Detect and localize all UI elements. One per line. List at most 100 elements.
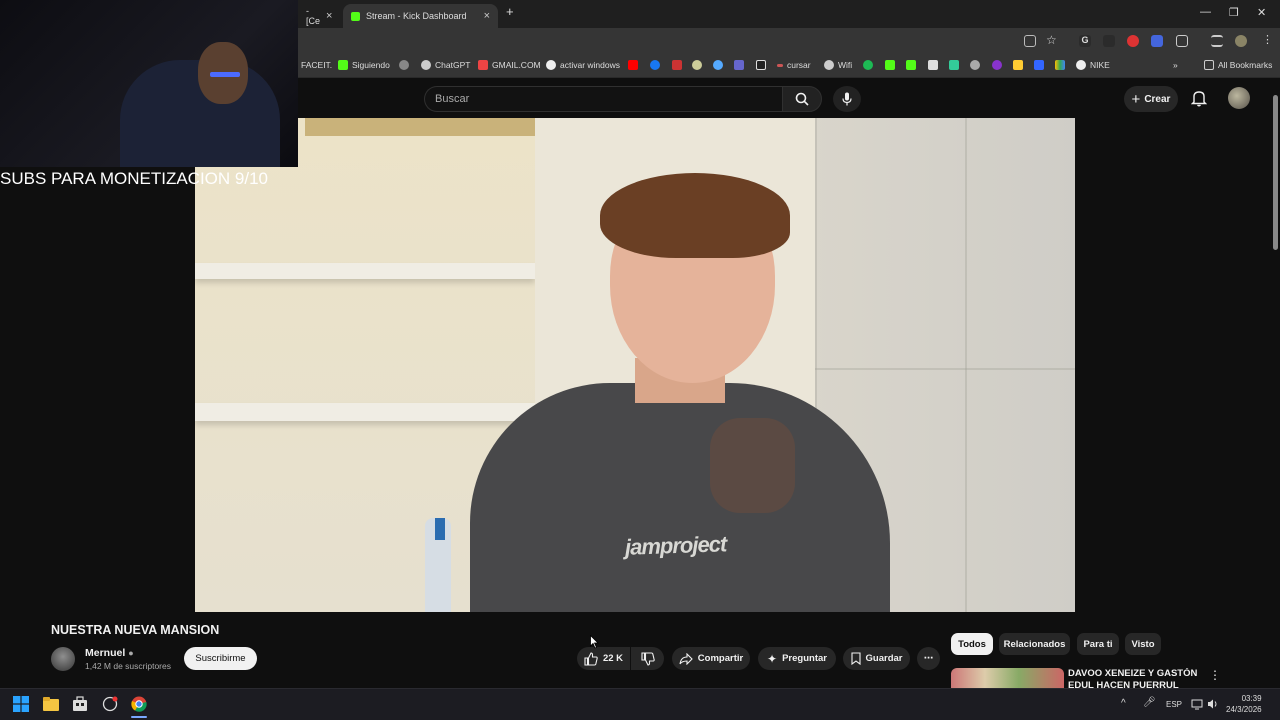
account-avatar[interactable]: [1228, 87, 1250, 109]
extension-blue-icon[interactable]: [1151, 35, 1163, 47]
bookmark-activar-windows[interactable]: activar windows: [546, 60, 620, 70]
close-window-icon[interactable]: ✕: [1257, 6, 1266, 19]
share-button[interactable]: Compartir: [672, 647, 750, 670]
extension-icon[interactable]: [1103, 35, 1115, 47]
facebook-icon: [650, 60, 660, 70]
tab-kick-dashboard[interactable]: Stream - Kick Dashboard ×: [343, 4, 498, 28]
network-icon[interactable]: [1191, 698, 1203, 710]
bookmark-extra[interactable]: [399, 60, 409, 70]
bookmark-chatgpt[interactable]: ChatGPT: [421, 60, 470, 70]
app-icon[interactable]: [102, 696, 118, 712]
bookmark-site-10[interactable]: [1034, 60, 1044, 70]
minimize-icon[interactable]: —: [1200, 6, 1211, 18]
recommendation-thumbnail[interactable]: [951, 668, 1064, 688]
bookmark-site-4[interactable]: [734, 60, 744, 70]
extension-red-icon[interactable]: [1127, 35, 1139, 47]
bookmark-site-3[interactable]: [713, 60, 723, 70]
bookmark-site-9[interactable]: [1013, 60, 1023, 70]
puzzle-icon[interactable]: [1176, 35, 1188, 47]
recommendation-title[interactable]: DAVOO XENEIZE Y GASTÓN EDUL HACEN PUERRU…: [1068, 668, 1203, 688]
video-shelf: [195, 263, 535, 279]
bookmark-site-6[interactable]: [949, 60, 959, 70]
file-explorer-icon[interactable]: [43, 696, 59, 712]
bookmark-siguiendo[interactable]: Siguiendo: [338, 60, 390, 70]
volume-icon[interactable]: [1207, 698, 1219, 710]
close-icon[interactable]: ×: [484, 10, 490, 22]
video-player[interactable]: jamproject: [195, 118, 1075, 612]
bookmark-faceit[interactable]: FACEIT.: [301, 60, 332, 70]
tab-label: - [Ce: [306, 6, 321, 26]
spotify-icon: [863, 60, 873, 70]
profile-icon[interactable]: [1235, 35, 1247, 47]
search-input[interactable]: Buscar: [424, 86, 782, 112]
chip-todos[interactable]: Todos: [951, 633, 993, 655]
clock-date: 24/3/2026: [1226, 705, 1262, 714]
star-icon[interactable]: ☆: [1046, 33, 1057, 47]
bookmark-site-2[interactable]: [692, 60, 702, 70]
chip-relacionados[interactable]: Relacionados: [999, 633, 1070, 655]
bookmark-spotify[interactable]: [863, 60, 873, 70]
kick-icon: [906, 60, 916, 70]
language-indicator[interactable]: ESP: [1166, 700, 1182, 709]
more-vertical-icon[interactable]: ⋮: [1209, 668, 1221, 682]
nike-icon: [1076, 60, 1086, 70]
install-icon[interactable]: [1024, 35, 1036, 47]
bookmark-site-1[interactable]: [672, 60, 682, 70]
tab-previous[interactable]: - [Ce ×: [298, 4, 340, 28]
dislike-button[interactable]: [631, 647, 664, 670]
chevron-up-icon[interactable]: ^: [1121, 698, 1126, 709]
create-button[interactable]: + Crear: [1124, 86, 1178, 112]
microphone-tray-icon[interactable]: 🎤︎: [1143, 697, 1156, 708]
voice-search-button[interactable]: [833, 86, 861, 112]
video-shirt-text: jamproject: [624, 531, 727, 560]
bookmark-site-8[interactable]: [992, 60, 1002, 70]
bookmark-cursar[interactable]: cursar: [777, 60, 811, 70]
bookmark-youtube[interactable]: [628, 60, 638, 70]
bell-icon[interactable]: [1191, 89, 1207, 107]
bookmark-wifi[interactable]: Wifi: [824, 60, 852, 70]
stream-overlay-text: SUBS PARA MONETIZACION 9/10: [0, 169, 268, 188]
ask-button[interactable]: ✦ Preguntar: [758, 647, 836, 670]
kick-icon: [351, 11, 360, 21]
channel-name[interactable]: Mernuel ●: [85, 647, 134, 659]
extension-g-icon[interactable]: G: [1079, 35, 1091, 47]
bookmark-gmail[interactable]: GMAIL.COM: [478, 60, 541, 70]
more-actions-button[interactable]: ⋯: [917, 647, 940, 670]
save-button[interactable]: Guardar: [843, 647, 910, 670]
chrome-icon[interactable]: [131, 696, 147, 712]
restore-icon[interactable]: ❐: [1229, 6, 1239, 19]
new-tab-button[interactable]: +: [506, 4, 514, 19]
drive-icon: [1055, 60, 1065, 70]
scrollbar-thumb[interactable]: [1273, 95, 1278, 250]
search-icon: [795, 92, 809, 106]
bookmark-kick-2[interactable]: [906, 60, 916, 70]
video-title: NUESTRA NUEVA MANSION: [51, 623, 220, 637]
bookmark-x[interactable]: [756, 60, 766, 70]
close-icon[interactable]: ×: [326, 10, 332, 22]
bookmarks-overflow[interactable]: »: [1173, 60, 1178, 70]
bookmark-kick-1[interactable]: [885, 60, 895, 70]
thumbs-down-icon: [640, 651, 655, 666]
taskbar-clock[interactable]: 03:39 24/3/2026: [1226, 693, 1262, 715]
bookmark-site-7[interactable]: [970, 60, 980, 70]
reading-list-icon[interactable]: [1211, 35, 1223, 47]
globe-icon: [824, 60, 834, 70]
windows-taskbar: [0, 688, 1280, 720]
site-icon: [1034, 60, 1044, 70]
channel-avatar[interactable]: [51, 647, 75, 671]
like-button[interactable]: 22 K: [577, 647, 630, 670]
bookmark-nike[interactable]: NIKE: [1076, 60, 1110, 70]
subscribe-button[interactable]: Suscribirme: [184, 647, 257, 670]
x-icon: [756, 60, 766, 70]
chip-para-ti[interactable]: Para ti: [1077, 633, 1119, 655]
bookmark-facebook[interactable]: [650, 60, 660, 70]
gmail-icon: [478, 60, 488, 70]
bookmark-drive[interactable]: [1055, 60, 1065, 70]
search-button[interactable]: [782, 86, 822, 112]
store-icon[interactable]: [72, 696, 88, 712]
chip-visto[interactable]: Visto: [1125, 633, 1161, 655]
bookmark-site-5[interactable]: [928, 60, 938, 70]
windows-start-icon[interactable]: [13, 696, 29, 712]
menu-dots-icon[interactable]: ⋮: [1262, 33, 1273, 46]
all-bookmarks[interactable]: All Bookmarks: [1204, 60, 1272, 70]
